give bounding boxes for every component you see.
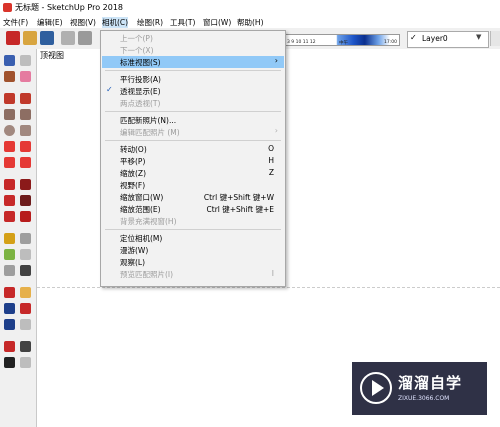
- menu-tools[interactable]: 工具(T): [170, 17, 195, 28]
- menu-draw[interactable]: 绘图(R): [137, 17, 163, 28]
- two-point-arc-icon[interactable]: [20, 141, 31, 152]
- freehand-tool-icon[interactable]: [20, 93, 31, 104]
- menu-item-next[interactable]: 下一个(X): [102, 44, 284, 56]
- tape-measure-icon[interactable]: [4, 233, 15, 244]
- protractor-icon[interactable]: [4, 249, 15, 260]
- zoom-window-icon[interactable]: [20, 303, 31, 314]
- menu-item-background-fill[interactable]: 背景充满视窗(H): [102, 215, 284, 227]
- walk-tool-icon[interactable]: [4, 357, 15, 368]
- 3d-text-icon[interactable]: [20, 265, 31, 276]
- rotate-tool-icon[interactable]: [4, 195, 15, 206]
- arc-tool-icon[interactable]: [4, 141, 15, 152]
- watermark-logo: 溜溜自学 ZIXUE.3066.COM: [352, 362, 487, 415]
- push-pull-icon[interactable]: [20, 179, 31, 190]
- menu-item-look-around[interactable]: 观察(L): [102, 256, 284, 268]
- ground-line: [37, 287, 500, 288]
- layer-name: Layer0: [422, 34, 448, 43]
- menu-item-perspective[interactable]: ✓ 透视显示(E): [102, 85, 284, 97]
- eraser-icon[interactable]: [20, 71, 31, 82]
- toolbar-overflow-button[interactable]: [490, 31, 500, 46]
- timeline-label: 17:00: [384, 40, 397, 45]
- menu-separator: [105, 70, 281, 71]
- component-tool-icon[interactable]: [20, 55, 31, 66]
- menu-item-position-camera[interactable]: 定位相机(M): [102, 232, 284, 244]
- pan-tool-icon[interactable]: [20, 287, 31, 298]
- paint-bucket-icon[interactable]: [4, 71, 15, 82]
- open-folder-icon[interactable]: [23, 31, 37, 45]
- previous-view-icon[interactable]: [20, 319, 31, 330]
- menu-item-edit-matched-photo[interactable]: 编辑匹配照片 (M) ›: [102, 126, 284, 138]
- menu-item-walk[interactable]: 漫游(W): [102, 244, 284, 256]
- text-tool-icon[interactable]: [20, 249, 31, 260]
- check-icon: ✓: [410, 33, 417, 42]
- watermark-url: ZIXUE.3066.COM: [398, 395, 450, 402]
- section-plane-icon[interactable]: [20, 357, 31, 368]
- menu-item-parallel-projection[interactable]: 平行投影(A): [102, 73, 284, 85]
- left-tool-palette: [0, 49, 37, 427]
- chevron-down-icon[interactable]: ▼: [476, 33, 481, 41]
- play-icon: [372, 380, 384, 396]
- follow-me-icon[interactable]: [20, 195, 31, 206]
- line-tool-icon[interactable]: [4, 93, 15, 104]
- three-point-arc-icon[interactable]: [4, 157, 15, 168]
- dimension-tool-icon[interactable]: [20, 233, 31, 244]
- menu-item-zoom-window[interactable]: 缩放窗口(W) Ctrl 键+Shift 键+W: [102, 191, 284, 203]
- title-bar: 无标题 - SketchUp Pro 2018: [0, 0, 500, 15]
- position-camera-icon[interactable]: [4, 341, 15, 352]
- window-title: 无标题 - SketchUp Pro 2018: [15, 3, 123, 12]
- menu-item-zoom[interactable]: 缩放(Z) Z: [102, 167, 284, 179]
- cut-icon[interactable]: [61, 31, 75, 45]
- circle-tool-icon[interactable]: [4, 125, 15, 136]
- scale-tool-icon[interactable]: [4, 211, 15, 222]
- save-icon[interactable]: [40, 31, 54, 45]
- polygon-tool-icon[interactable]: [20, 125, 31, 136]
- menu-window[interactable]: 窗口(W): [203, 17, 231, 28]
- orbit-tool-icon[interactable]: [4, 287, 15, 298]
- menu-separator: [105, 111, 281, 112]
- pie-tool-icon[interactable]: [20, 157, 31, 168]
- rectangle-tool-icon[interactable]: [4, 109, 15, 120]
- menu-edit[interactable]: 编辑(E): [37, 17, 63, 28]
- menu-camera[interactable]: 相机(C): [102, 17, 129, 28]
- check-icon: ✓: [106, 85, 113, 94]
- chevron-right-icon: ›: [274, 126, 278, 135]
- menu-item-previous[interactable]: 上一个(P): [102, 32, 284, 44]
- watermark-title: 溜溜自学: [398, 374, 463, 392]
- zoom-tool-icon[interactable]: [4, 303, 15, 314]
- menu-help[interactable]: 帮助(H): [237, 17, 264, 28]
- menu-item-match-new-photo[interactable]: 匹配新照片(N)...: [102, 114, 284, 126]
- menu-item-pan[interactable]: 平移(P) H: [102, 155, 284, 167]
- rotated-rectangle-icon[interactable]: [20, 109, 31, 120]
- menu-item-zoom-extents[interactable]: 缩放范围(E) Ctrl 键+Shift 键+E: [102, 203, 284, 215]
- menu-item-two-point-perspective[interactable]: 两点透视(T): [102, 97, 284, 109]
- menu-separator: [105, 229, 281, 230]
- select-tool-icon[interactable]: [4, 55, 15, 66]
- menu-item-standard-views[interactable]: 标准视图(S) ›: [102, 56, 284, 68]
- menu-item-field-of-view[interactable]: 视野(F): [102, 179, 284, 191]
- copy-icon[interactable]: [78, 31, 92, 45]
- menu-bar: 文件(F) 编辑(E) 视图(V) 相机(C) 绘图(R) 工具(T) 窗口(W…: [0, 15, 500, 28]
- menu-file[interactable]: 文件(F): [3, 17, 28, 28]
- menu-separator: [105, 140, 281, 141]
- timeline-label: 中午: [339, 41, 348, 46]
- sketchup-app-icon: [3, 3, 12, 12]
- camera-dropdown-menu: 上一个(P) 下一个(X) 标准视图(S) › 平行投影(A) ✓ 透视显示(E…: [100, 30, 286, 287]
- zoom-extents-icon[interactable]: [4, 319, 15, 330]
- chevron-right-icon: ›: [274, 56, 278, 65]
- axes-tool-icon[interactable]: [4, 265, 15, 276]
- menu-item-orbit[interactable]: 转动(O) O: [102, 143, 284, 155]
- view-name-label: 顶视图: [40, 51, 64, 60]
- menu-view[interactable]: 视图(V): [70, 17, 96, 28]
- look-around-icon[interactable]: [20, 341, 31, 352]
- offset-tool-icon[interactable]: [20, 211, 31, 222]
- getting-started-icon[interactable]: [6, 31, 20, 45]
- menu-item-preview-matched-photo[interactable]: 预览匹配照片(I) I: [102, 268, 284, 280]
- timeline-label: 3 9 10 11 12: [287, 40, 316, 45]
- move-tool-icon[interactable]: [4, 179, 15, 190]
